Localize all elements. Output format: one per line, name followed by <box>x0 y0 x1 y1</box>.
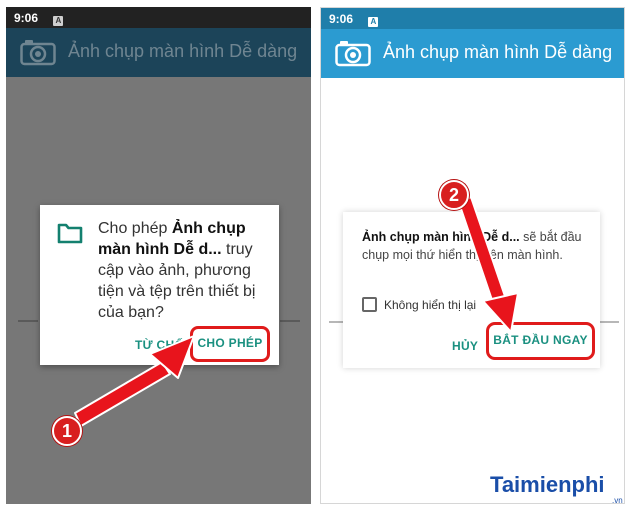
folder-icon <box>57 222 83 249</box>
phone-screen-recording: 9:06 A Ảnh chụp màn hình Dễ dàng Ảnh chụ… <box>320 7 625 504</box>
divider-line <box>599 321 619 323</box>
watermark-logo: Taimienphi <box>490 472 605 498</box>
app-bar: Ảnh chụp màn hình Dễ dàng <box>321 29 624 78</box>
app-title: Ảnh chụp màn hình Dễ dàng <box>383 42 613 62</box>
divider-line <box>18 320 38 322</box>
message-app-name: Ảnh chụp màn hình Dễ d... <box>362 230 520 244</box>
app-title: Ảnh chụp màn hình Dễ dàng <box>68 41 298 61</box>
step-badge-1: 1 <box>52 416 82 446</box>
permission-message: Cho phép Ảnh chụp màn hình Dễ d... truy … <box>98 218 274 323</box>
dont-show-again-checkbox[interactable] <box>362 297 377 312</box>
divider-line <box>280 320 300 322</box>
allow-button[interactable]: CHO PHÉP <box>190 326 270 362</box>
cancel-button[interactable]: HỦY <box>452 339 478 353</box>
dont-show-again-label: Không hiển thị lại <box>384 298 477 312</box>
status-time: 9:06 <box>329 12 354 26</box>
notification-icon: A <box>53 16 64 26</box>
status-bar: 9:06 A <box>6 7 311 28</box>
app-bar: Ảnh chụp màn hình Dễ dàng <box>6 28 311 77</box>
step-badge-2: 2 <box>439 180 469 210</box>
permission-dialog: Cho phép Ảnh chụp màn hình Dễ d... truy … <box>40 205 279 365</box>
capture-message: Ảnh chụp màn hình Dễ d... sẽ bắt đầu chụ… <box>362 228 592 264</box>
message-prefix: Cho phép <box>98 220 172 237</box>
logo-suffix: .vn <box>612 496 623 505</box>
notification-icon: A <box>368 17 379 27</box>
status-time: 9:06 <box>14 11 39 25</box>
camera-icon <box>20 38 56 71</box>
camera-icon <box>335 39 371 72</box>
logo-initial: T <box>490 472 502 497</box>
screen-capture-dialog: Ảnh chụp màn hình Dễ d... sẽ bắt đầu chụ… <box>343 212 600 368</box>
logo-text: aimienphi <box>501 472 605 497</box>
start-now-button[interactable]: BẮT ĐẦU NGAY <box>486 322 595 360</box>
status-bar: 9:06 A <box>321 8 624 29</box>
deny-button[interactable]: TỪ CHỐI <box>135 338 188 352</box>
